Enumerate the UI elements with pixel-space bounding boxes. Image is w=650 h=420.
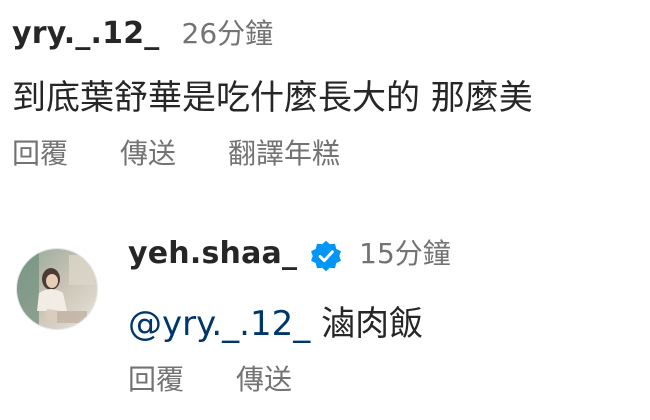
reply-timestamp: 15分鐘 [359, 237, 451, 270]
comment-thread: yry._.12_ 26分鐘 到底葉舒華是吃什麼長大的 那麼美 回覆 傳送 翻譯… [0, 0, 650, 420]
reply-text: @yry._.12_ 滷肉飯 [128, 296, 423, 345]
avatar[interactable] [16, 248, 98, 330]
comment-timestamp: 26分鐘 [181, 17, 274, 50]
mention-link[interactable]: @yry._.12_ [128, 304, 310, 344]
reply-actions: 回覆 傳送 [128, 358, 344, 398]
reply-header: yeh.shaa_ 15分鐘 [128, 232, 451, 272]
reply-button[interactable]: 回覆 [12, 132, 68, 172]
reply-username[interactable]: yeh.shaa_ [128, 236, 297, 271]
reply-button[interactable]: 回覆 [128, 358, 184, 398]
reply-item: yeh.shaa_ 15分鐘 @yry._.12_ 滷肉飯 回覆 傳送 [0, 226, 650, 420]
profile-photo [17, 249, 97, 329]
comment-header: yry._.12_ 26分鐘 [12, 12, 273, 52]
verified-badge-icon [309, 239, 343, 273]
comment-text: 到底葉舒華是吃什麼長大的 那麼美 [12, 78, 533, 118]
comment-item: yry._.12_ 26分鐘 到底葉舒華是吃什麼長大的 那麼美 回覆 傳送 翻譯… [0, 0, 650, 200]
share-button[interactable]: 傳送 [236, 358, 292, 398]
translate-button[interactable]: 翻譯年糕 [228, 132, 340, 172]
comment-username[interactable]: yry._.12_ [12, 16, 160, 51]
comment-actions: 回覆 傳送 翻譯年糕 [12, 132, 392, 172]
share-button[interactable]: 傳送 [120, 132, 176, 172]
reply-message: 滷肉飯 [321, 304, 424, 344]
